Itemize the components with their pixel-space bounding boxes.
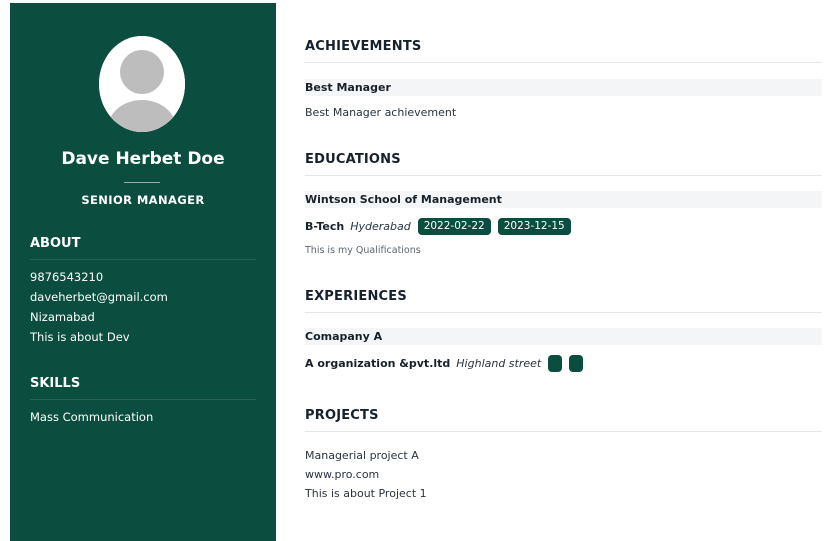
education-start-date-badge: 2022-02-22	[417, 217, 491, 235]
about-phone: 9876543210	[30, 270, 104, 284]
education-degree: B-Tech	[305, 219, 345, 233]
project-description: This is about Project 1	[305, 487, 427, 500]
experiences-heading: EXPERIENCES	[305, 289, 407, 304]
education-end-date-badge: 2023-12-15	[497, 217, 571, 235]
educations-divider	[305, 175, 822, 176]
about-location: Nizamabad	[30, 310, 95, 324]
about-text: This is about Dev	[30, 330, 130, 344]
project-url: www.pro.com	[305, 468, 380, 481]
avatar	[99, 36, 185, 132]
avatar-placeholder-icon	[99, 36, 185, 132]
about-email: daveherbet@gmail.com	[30, 290, 168, 304]
skills-divider	[30, 399, 256, 400]
profile-title: SENIOR MANAGER	[81, 193, 205, 207]
skill-item: Mass Communication	[30, 410, 154, 424]
education-school: Wintson School of Management	[305, 191, 822, 208]
resume-sidebar: Dave Herbet Doe SENIOR MANAGER ABOUT 987…	[10, 3, 276, 541]
experience-company: Comapany A	[305, 328, 822, 345]
projects-divider	[305, 431, 822, 432]
achievement-description: Best Manager achievement	[305, 106, 457, 119]
experience-location: Highland street	[456, 356, 542, 370]
profile-name: Dave Herbet Doe	[61, 149, 225, 169]
education-description: This is my Qualifications	[305, 245, 421, 256]
achievements-heading: ACHIEVEMENTS	[305, 39, 422, 54]
achievement-title: Best Manager	[305, 79, 822, 96]
experience-organization: A organization &pvt.ltd	[305, 356, 451, 370]
experience-end-date-badge	[569, 354, 584, 372]
about-heading: ABOUT	[30, 236, 81, 251]
resume-page: Dave Herbet Doe SENIOR MANAGER ABOUT 987…	[0, 0, 835, 541]
projects-heading: PROJECTS	[305, 408, 379, 423]
resume-main: ACHIEVEMENTS Best Manager Best Manager a…	[305, 0, 822, 541]
skills-heading: SKILLS	[30, 376, 81, 391]
project-name: Managerial project A	[305, 449, 419, 462]
education-location: Hyderabad	[350, 219, 411, 233]
experience-start-date-badge	[548, 354, 563, 372]
education-details-row: B-Tech Hyderabad 2022-02-22 2023-12-15	[305, 217, 571, 235]
experience-details-row: A organization &pvt.ltd Highland street	[305, 354, 584, 372]
achievements-divider	[305, 62, 822, 63]
educations-heading: EDUCATIONS	[305, 152, 401, 167]
experiences-divider	[305, 312, 822, 313]
about-divider	[30, 259, 256, 260]
name-divider	[124, 182, 160, 183]
